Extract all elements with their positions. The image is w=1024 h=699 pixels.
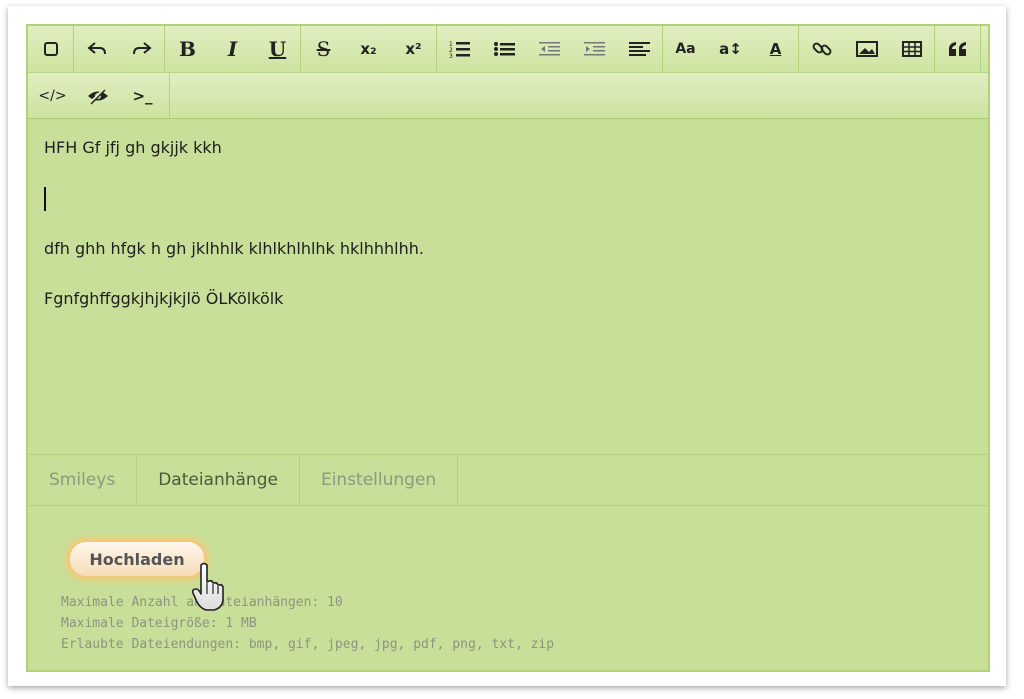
undo-icon [86, 42, 106, 55]
font-color-button[interactable]: A [753, 26, 798, 72]
text-caret [44, 186, 46, 211]
content-line-3: dfh ghh hfgk h gh jklhhlk klhlkhlhlhk hk… [44, 238, 424, 258]
underline-icon: U [268, 37, 287, 61]
wysiwyg-editor: B I U S x₂ x² 1 2 3 Aa a↕ A </> >_ HFH G… [26, 24, 990, 672]
table-icon [901, 41, 922, 57]
font-family-button[interactable]: Aa [663, 26, 708, 72]
editor-content[interactable]: HFH Gf jfj gh gkjjk kkh dfh ghh hfgk h g… [28, 120, 988, 446]
info-allowed-extensions: Erlaubte Dateiendungen: bmp, gif, jpeg, … [61, 637, 555, 652]
editor-tabs: Smileys Dateianhänge Einstellungen [28, 454, 988, 506]
content-line-1: HFH Gf jfj gh gkjjk kkh [44, 138, 222, 157]
toolbar-row-1: B I U S x₂ x² 1 2 3 Aa a↕ A [28, 26, 988, 73]
remove-format-button[interactable] [28, 26, 73, 72]
attachments-panel: Hochladen Maximale Anzahl an Dateianhäng… [28, 506, 988, 670]
quote-icon [948, 42, 966, 56]
source-code-button[interactable]: </> [30, 73, 75, 118]
attachment-info: Maximale Anzahl an Dateianhängen: 10 Max… [61, 592, 554, 655]
font-color-icon: A [769, 40, 782, 58]
undo-button[interactable] [74, 26, 119, 72]
align-left-icon [628, 42, 650, 56]
toolbar-group-script: S x₂ x² [301, 26, 437, 72]
link-button[interactable] [799, 26, 844, 72]
toolbar-group-history [74, 26, 165, 72]
redo-icon [132, 42, 152, 55]
redo-button[interactable] [119, 26, 164, 72]
svg-text:3: 3 [449, 53, 453, 58]
code-icon: </> [38, 87, 67, 104]
content-line-2 [44, 186, 972, 211]
italic-icon: I [227, 37, 238, 61]
image-button[interactable] [844, 26, 889, 72]
indent-button[interactable] [572, 26, 617, 72]
unordered-list-button[interactable] [482, 26, 527, 72]
content-line-4: Fgnfghffggkjhjkjkjlö ÖLKölkölk [44, 288, 284, 308]
tab-smileys[interactable]: Smileys [28, 455, 138, 505]
square-icon [43, 42, 58, 56]
ordered-list-button[interactable]: 1 2 3 [437, 26, 482, 72]
toolbar-group-lists: 1 2 3 [437, 26, 663, 72]
superscript-icon: x² [405, 40, 422, 58]
font-size-button[interactable]: a↕ [708, 26, 753, 72]
outdent-icon [538, 42, 560, 56]
ordered-list-icon: 1 2 3 [449, 41, 470, 58]
image-icon [855, 41, 878, 57]
toolbar-group-format [28, 26, 74, 72]
superscript-button[interactable]: x² [391, 26, 436, 72]
info-max-size: Maximale Dateigröße: 1 MB [61, 616, 257, 631]
toolbar-group-insert [799, 26, 935, 72]
info-max-count: Maximale Anzahl an Dateianhängen: 10 [61, 595, 343, 610]
bold-button[interactable]: B [165, 26, 210, 72]
align-button[interactable] [617, 26, 662, 72]
screenshot-frame: B I U S x₂ x² 1 2 3 Aa a↕ A </> >_ HFH G… [8, 6, 1006, 686]
italic-button[interactable]: I [210, 26, 255, 72]
toolbar-row-2: </> >_ [28, 73, 988, 119]
unordered-list-icon [493, 42, 515, 56]
subscript-icon: x₂ [360, 40, 377, 58]
eye-slash-icon [87, 87, 108, 105]
quote-button[interactable] [935, 26, 980, 72]
subscript-button[interactable]: x₂ [346, 26, 391, 72]
tab-attachments[interactable]: Dateianhänge [137, 455, 300, 505]
spoiler-button[interactable] [75, 73, 120, 118]
toolbar-group-code: </> >_ [28, 73, 170, 118]
upload-button[interactable]: Hochladen [68, 540, 206, 578]
hand-cursor-icon [192, 562, 224, 611]
underline-button[interactable]: U [255, 26, 300, 72]
link-icon [812, 42, 831, 56]
font-family-icon: Aa [675, 41, 696, 57]
outdent-button[interactable] [527, 26, 572, 72]
terminal-icon: >_ [132, 86, 153, 105]
toolbar-group-font: Aa a↕ A [663, 26, 799, 72]
bold-icon: B [179, 37, 196, 61]
toolbar-group-quote [935, 26, 981, 72]
strikethrough-button[interactable]: S [301, 26, 346, 72]
table-button[interactable] [889, 26, 934, 72]
strikethrough-icon: S [316, 37, 331, 61]
inline-code-button[interactable]: >_ [120, 73, 165, 118]
indent-icon [583, 42, 605, 56]
font-size-icon: a↕ [719, 40, 742, 58]
toolbar-group-text-style: B I U [165, 26, 301, 72]
tab-settings[interactable]: Einstellungen [300, 455, 459, 505]
